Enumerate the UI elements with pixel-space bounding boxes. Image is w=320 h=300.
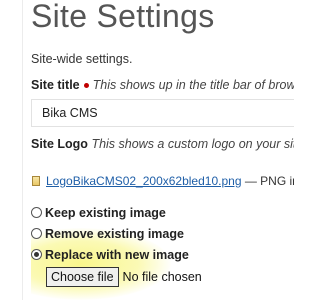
keep-image-label: Keep existing image	[45, 205, 166, 220]
remove-image-option[interactable]: Remove existing image	[31, 223, 189, 244]
required-indicator-icon	[83, 82, 89, 88]
replace-image-radio[interactable]	[31, 249, 42, 260]
content-left-border	[22, 0, 23, 300]
logo-file-link[interactable]: LogoBikaCMS02_200x62bled10.png	[46, 174, 242, 188]
file-upload-control: Choose file No file chosen	[46, 267, 202, 287]
site-logo-label: Site Logo	[31, 137, 88, 151]
keep-image-option[interactable]: Keep existing image	[31, 202, 189, 223]
page-title: Site Settings	[31, 0, 215, 34]
site-title-label: Site title	[31, 78, 80, 92]
site-settings-form: Site Settings Site-wide settings. Site t…	[31, 0, 294, 300]
site-title-label-row: Site title This shows up in the title bar…	[31, 78, 294, 92]
current-logo-file: LogoBikaCMS02_200x62bled10.png — PNG ima…	[32, 174, 294, 188]
site-title-input[interactable]: Bika CMS	[31, 99, 294, 127]
remove-image-label: Remove existing image	[45, 226, 184, 241]
remove-image-radio[interactable]	[31, 228, 42, 239]
site-logo-label-row: Site Logo This shows a custom logo on yo…	[31, 137, 294, 151]
no-file-chosen-text: No file chosen	[122, 270, 202, 284]
file-type-text: — PNG imag	[244, 174, 294, 188]
choose-file-button[interactable]: Choose file	[46, 267, 119, 287]
replace-image-option[interactable]: Replace with new image	[31, 244, 189, 265]
site-logo-help: This shows a custom logo on your site.	[91, 137, 294, 151]
image-file-icon	[32, 176, 40, 186]
site-title-help: This shows up in the title bar of browse…	[92, 78, 294, 92]
replace-image-label: Replace with new image	[45, 247, 189, 262]
logo-action-options: Keep existing image Remove existing imag…	[31, 202, 189, 265]
page-subtitle: Site-wide settings.	[31, 52, 133, 66]
keep-image-radio[interactable]	[31, 207, 42, 218]
